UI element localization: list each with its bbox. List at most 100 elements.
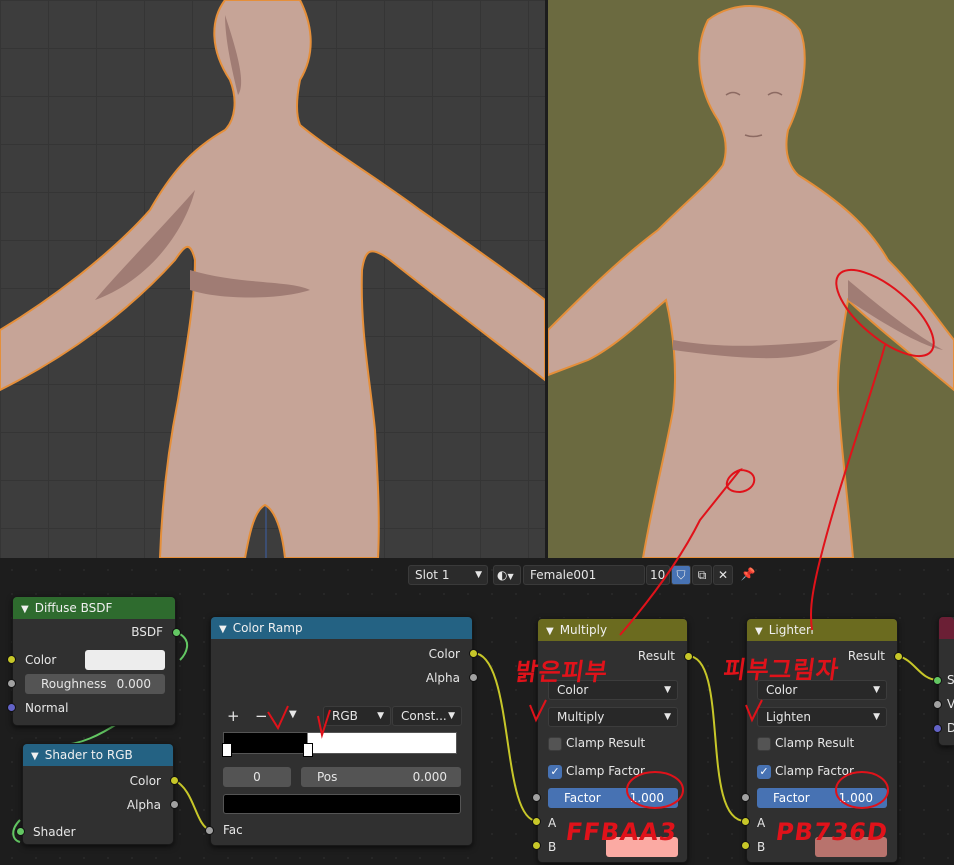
input-v-label: V <box>947 697 954 711</box>
chevron-down-icon: ▼ <box>507 572 514 581</box>
factor-field[interactable]: Factor 1.000 <box>757 788 887 808</box>
material-browse-button[interactable]: ◐▼ <box>493 565 521 585</box>
socket-a-in[interactable] <box>532 817 541 826</box>
factor-value: 1.000 <box>629 791 664 805</box>
chevron-down-icon[interactable]: ▼ <box>755 621 763 643</box>
factor-label: Factor <box>564 791 601 805</box>
position-field[interactable]: Pos 0.000 <box>301 767 461 787</box>
clamp-factor-label: Clamp Factor <box>775 764 854 778</box>
chevron-down-icon[interactable]: ▼ <box>289 709 297 720</box>
input-b-label: B <box>757 840 766 854</box>
chevron-down-icon[interactable]: ▼ <box>219 619 227 641</box>
annotation-skin-shadow: 피부그림자 <box>721 656 842 684</box>
chevron-down-icon[interactable]: ▼ <box>31 746 39 768</box>
clamp-result-checkbox[interactable] <box>548 737 562 751</box>
node-header[interactable]: ▼ Color Ramp <box>211 617 472 639</box>
socket-b-in[interactable] <box>741 841 750 850</box>
socket-surface-in[interactable] <box>933 676 942 685</box>
fake-user-button[interactable]: ⛉ <box>671 565 691 585</box>
ramp-stop-white[interactable] <box>303 743 313 757</box>
socket-shader-in[interactable] <box>16 827 25 836</box>
socket-volume-in[interactable] <box>933 700 942 709</box>
node-shader-to-rgb[interactable]: ▼ Shader to RGB Color Alpha Shader <box>22 743 174 845</box>
chevron-down-icon[interactable]: ▼ <box>21 599 29 621</box>
node-header[interactable]: ▼ Multiply <box>538 619 687 641</box>
user-count: 10 <box>650 568 666 582</box>
annotation-hex-bright: FFBAA3 <box>564 818 679 846</box>
color-mode-dropdown[interactable]: RGB ▼ <box>323 706 391 726</box>
input-s-label: S <box>947 673 954 687</box>
factor-field[interactable]: Factor 1.000 <box>548 788 678 808</box>
socket-fac-in[interactable] <box>205 826 214 835</box>
socket-b-in[interactable] <box>532 841 541 850</box>
factor-value: 1.000 <box>838 791 873 805</box>
node-title: Lighten <box>768 623 814 637</box>
chevron-down-icon: ▼ <box>377 711 384 721</box>
node-diffuse-bsdf[interactable]: ▼ Diffuse BSDF BSDF Color Roughness 0.000… <box>12 596 176 726</box>
socket-alpha-out[interactable] <box>170 800 179 809</box>
socket-bsdf-out[interactable] <box>172 628 181 637</box>
socket-result-out[interactable] <box>684 652 693 661</box>
color-ramp-gradient[interactable] <box>223 732 457 754</box>
socket-normal-in[interactable] <box>7 703 16 712</box>
output-alpha-label: Alpha <box>126 798 161 812</box>
clamp-factor-checkbox[interactable]: ✓ <box>757 765 771 779</box>
node-title: Color Ramp <box>232 621 303 635</box>
roughness-label: Roughness <box>41 677 107 691</box>
blend-mode-value: Lighten <box>766 710 811 724</box>
color-swatch[interactable] <box>85 650 165 670</box>
node-header[interactable]: ▼ Shader to RGB <box>23 744 173 766</box>
pin-icon: 📌 <box>740 567 756 581</box>
node-header[interactable]: ▼ Diffuse BSDF <box>13 597 175 619</box>
duplicate-material-button[interactable]: ⧉ <box>692 565 712 585</box>
stop-index-field[interactable]: 0 <box>223 767 291 787</box>
output-alpha-label: Alpha <box>425 671 460 685</box>
socket-factor-in[interactable] <box>741 793 750 802</box>
checkmark-icon: ✓ <box>759 765 769 778</box>
socket-color-out[interactable] <box>469 649 478 658</box>
viewport-left[interactable] <box>0 0 545 558</box>
roughness-field[interactable]: Roughness 0.000 <box>25 674 165 694</box>
character-solid-view <box>0 0 545 558</box>
material-slot-label: Slot 1 <box>415 568 450 582</box>
chevron-down-icon: ▼ <box>475 570 482 580</box>
pin-button[interactable]: 📌 <box>738 565 758 585</box>
socket-result-out[interactable] <box>894 652 903 661</box>
color-mode-value: RGB <box>332 709 358 723</box>
remove-stop-button[interactable]: − <box>255 707 268 725</box>
clamp-result-label: Clamp Result <box>566 736 646 750</box>
viewport-right[interactable] <box>548 0 954 558</box>
material-slot-dropdown[interactable]: Slot 1 ▼ <box>408 565 488 585</box>
stop-color-swatch[interactable] <box>223 794 461 814</box>
node-header[interactable] <box>939 617 954 639</box>
node-header[interactable]: ▼ Lighten <box>747 619 897 641</box>
chevron-down-icon: ▼ <box>664 712 671 722</box>
clamp-factor-checkbox[interactable]: ✓ <box>548 765 562 779</box>
unlink-material-button[interactable]: ✕ <box>713 565 733 585</box>
color-label: Color <box>25 653 57 667</box>
interpolation-dropdown[interactable]: Const... ▼ <box>392 706 462 726</box>
add-stop-button[interactable]: + <box>227 707 240 725</box>
input-b-label: B <box>548 840 557 854</box>
blend-mode-dropdown[interactable]: Multiply ▼ <box>548 707 678 727</box>
material-name-field[interactable]: Female001 <box>523 565 645 585</box>
blend-mode-value: Multiply <box>557 710 605 724</box>
clamp-factor-label: Clamp Factor <box>566 764 645 778</box>
blend-mode-dropdown[interactable]: Lighten ▼ <box>757 707 887 727</box>
copy-icon: ⧉ <box>697 568 707 582</box>
socket-color-out[interactable] <box>170 776 179 785</box>
user-count-button[interactable]: 10 <box>646 565 670 585</box>
socket-alpha-out[interactable] <box>469 673 478 682</box>
input-a-label: A <box>548 816 557 830</box>
socket-a-in[interactable] <box>741 817 750 826</box>
socket-roughness-in[interactable] <box>7 679 16 688</box>
node-color-ramp[interactable]: ▼ Color Ramp Color Alpha + − ▼ RGB ▼ Cons… <box>210 616 473 846</box>
socket-factor-in[interactable] <box>532 793 541 802</box>
chevron-down-icon: ▼ <box>873 712 880 722</box>
chevron-down-icon[interactable]: ▼ <box>546 621 554 643</box>
clamp-result-checkbox[interactable] <box>757 737 771 751</box>
socket-color-in[interactable] <box>7 655 16 664</box>
socket-displacement-in[interactable] <box>933 724 942 733</box>
ramp-stop-black[interactable] <box>222 743 232 757</box>
roughness-value: 0.000 <box>116 677 151 691</box>
